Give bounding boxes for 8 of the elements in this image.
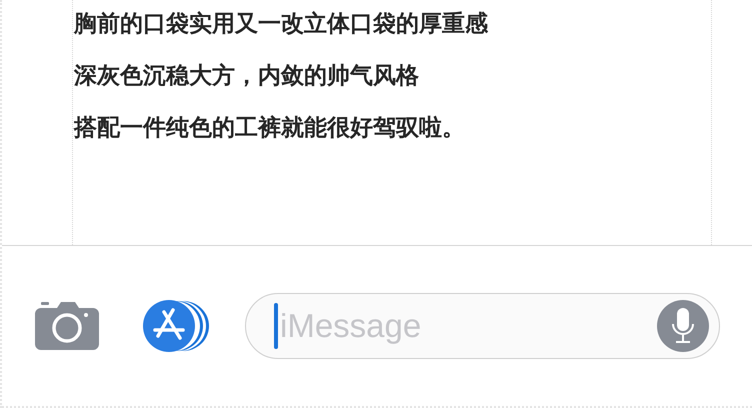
microphone-button[interactable] [657, 300, 709, 352]
microphone-icon [671, 308, 695, 344]
message-text: 胸前的口袋实用又一改立体口袋的厚重感 [74, 10, 489, 38]
text-cursor [274, 303, 278, 349]
app-store-icon[interactable] [143, 300, 211, 352]
camera-icon[interactable] [35, 302, 99, 350]
message-text: 深灰色沉稳大方，内敛的帅气风格 [74, 62, 420, 90]
message-text: 搭配一件纯色的工裤就能很好驾驭啦。 [74, 114, 466, 142]
